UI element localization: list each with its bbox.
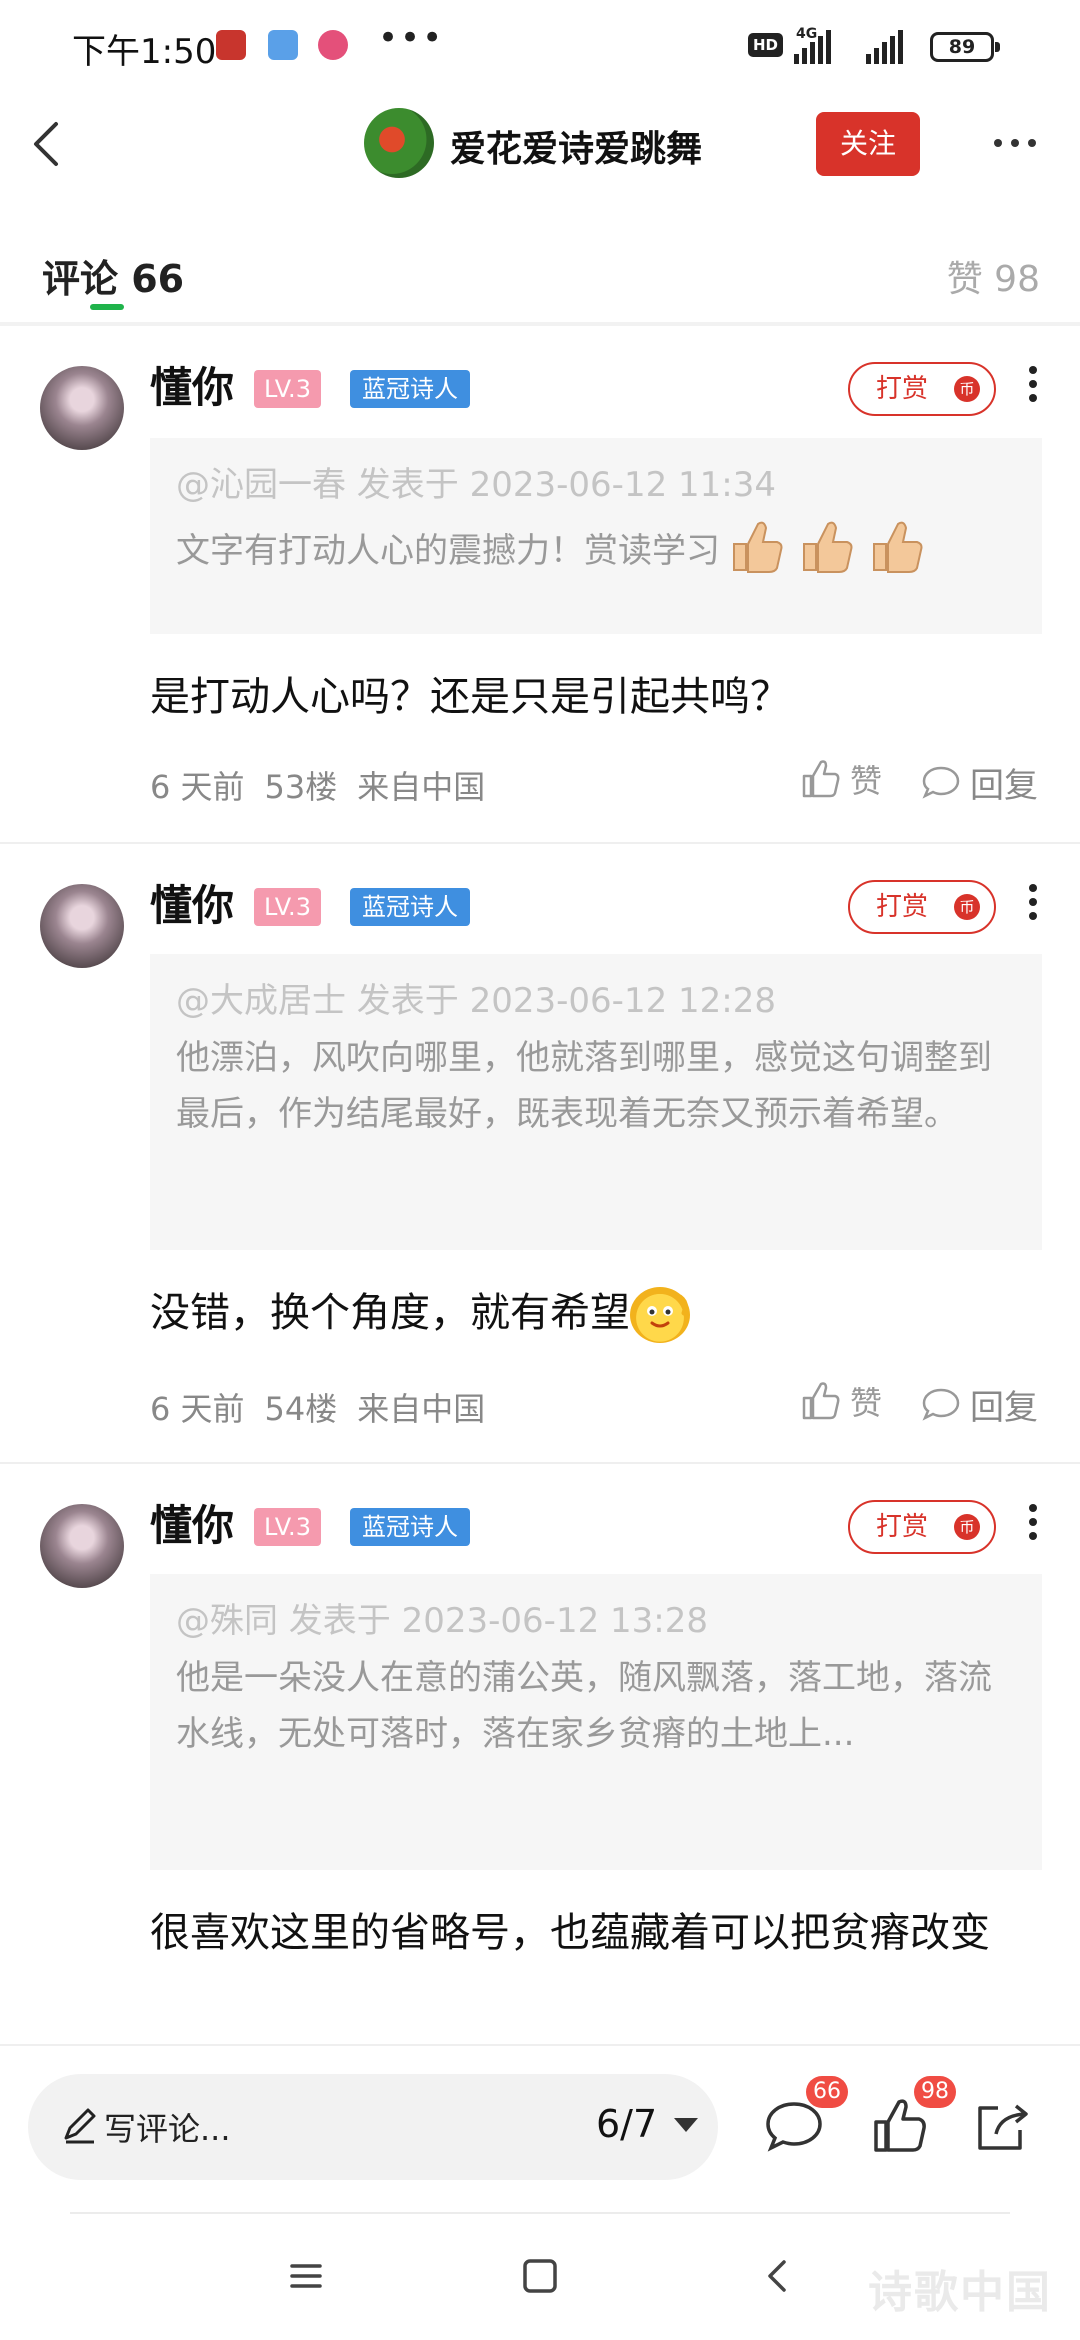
status-time: 下午1:50 — [72, 32, 217, 72]
comment-location: 来自中国 — [357, 1390, 486, 1428]
tip-label: 打赏 — [876, 374, 929, 404]
home-icon[interactable] — [520, 2256, 560, 2296]
comment-floor: 53楼 — [264, 768, 338, 806]
quote-text: 他是一朵没人在意的蒲公英，随风飘落，落工地，落流水线，无处可落时，落在家乡贫瘠的… — [176, 1658, 992, 1754]
app-notification-icon — [318, 30, 348, 60]
battery-icon: 89 — [930, 32, 1000, 62]
comment-item: 懂你 LV.3 蓝冠诗人 打赏币 @沁园一春 发表于 2023-06-12 11… — [0, 326, 1080, 844]
tip-label: 打赏 — [876, 1512, 929, 1542]
system-nav-bar: 诗歌中国 — [0, 2212, 1080, 2340]
quote-text: 他漂泊，风吹向哪里，他就落到哪里，感觉这句调整到最后，作为结尾最好，既表现着无奈… — [176, 1038, 992, 1134]
comment-floor: 54楼 — [264, 1390, 338, 1428]
thumb-up-icon — [802, 760, 840, 798]
share-icon — [978, 2104, 1028, 2150]
level-badge: LV.3 — [254, 1508, 321, 1546]
signal-icon — [866, 30, 903, 64]
comment-username[interactable]: 懂你 — [150, 354, 234, 415]
reply-button[interactable]: 回复 — [920, 1380, 1038, 1429]
comment-meta: 6 天前 53楼 来自中国 — [150, 762, 505, 808]
comment-location: 来自中国 — [357, 768, 486, 806]
quoted-comment[interactable]: @殊同 发表于 2023-06-12 13:28 他是一朵没人在意的蒲公英，随风… — [150, 1574, 1042, 1870]
comment-text: 没错，换个角度，就有希望 — [150, 1280, 1050, 1346]
bottom-action-bar: 写评论... 6/7 66 98 — [0, 2044, 1080, 2204]
page-indicator[interactable]: 6/7 — [596, 2102, 657, 2146]
status-bar: 下午1:50 ••• HD 4G 89 — [0, 0, 1080, 96]
like-label: 赞 — [850, 1384, 883, 1422]
title-badge: 蓝冠诗人 — [350, 1508, 470, 1546]
tip-label: 打赏 — [876, 892, 929, 922]
coin-icon: 币 — [954, 376, 980, 402]
quote-meta: @沁园一春 发表于 2023-06-12 11:34 — [176, 465, 776, 505]
comment-meta: 6 天前 54楼 来自中国 — [150, 1384, 505, 1430]
app-notification-icon — [216, 30, 246, 60]
chat-bubble-icon — [922, 1388, 960, 1421]
caret-down-icon[interactable] — [674, 2118, 698, 2132]
thumbs-up-emoji-icon — [724, 514, 934, 591]
comment-item: 懂你 LV.3 蓝冠诗人 打赏币 @大成居士 发表于 2023-06-12 12… — [0, 844, 1080, 1464]
comment-username[interactable]: 懂你 — [150, 872, 234, 933]
reply-label: 回复 — [970, 766, 1038, 806]
title-badge: 蓝冠诗人 — [350, 370, 470, 408]
chat-bubble-icon — [922, 766, 960, 799]
like-label: 赞 — [850, 762, 883, 800]
author-name[interactable]: 爱花爱诗爱跳舞 — [450, 120, 702, 172]
divider — [70, 2212, 1010, 2214]
thumb-up-icon — [802, 1382, 840, 1420]
back-nav-icon[interactable] — [758, 2256, 798, 2296]
reply-label: 回复 — [970, 1388, 1038, 1428]
like-count-badge: 98 — [914, 2076, 956, 2108]
comment-menu-button[interactable] — [1018, 1500, 1048, 1554]
avatar[interactable] — [40, 366, 124, 450]
quoted-comment[interactable]: @大成居士 发表于 2023-06-12 12:28 他漂泊，风吹向哪里，他就落… — [150, 954, 1042, 1250]
app-notification-icon — [268, 30, 298, 60]
avatar[interactable] — [40, 884, 124, 968]
watermark: 诗歌中国 — [868, 2267, 1052, 2318]
level-badge: LV.3 — [254, 888, 321, 926]
quote-text: 文字有打动人心的震撼力！赏读学习 — [176, 514, 1016, 591]
reply-button[interactable]: 回复 — [920, 758, 1038, 807]
like-button[interactable]: 赞 — [800, 1378, 882, 1424]
more-notifications-icon: ••• — [378, 18, 445, 58]
hd-icon: HD — [748, 33, 784, 57]
more-horizontal-icon — [994, 139, 1036, 147]
back-arrow-icon — [34, 122, 58, 166]
tab-likes[interactable]: 赞 98 — [947, 250, 1040, 302]
tab-active-indicator — [90, 304, 124, 310]
back-button[interactable] — [20, 112, 80, 176]
quoted-comment[interactable]: @沁园一春 发表于 2023-06-12 11:34 文字有打动人心的震撼力！赏… — [150, 438, 1042, 634]
menu-icon[interactable] — [286, 2256, 326, 2296]
avatar[interactable] — [40, 1504, 124, 1588]
write-comment-placeholder: 写评论... — [104, 2110, 231, 2148]
comment-text: 是打动人心吗？还是只是引起共鸣？ — [150, 674, 790, 720]
coin-icon: 币 — [954, 1514, 980, 1540]
comment-count-badge: 66 — [806, 2076, 848, 2108]
share-button[interactable] — [972, 2094, 1036, 2158]
comment-time: 6 天前 — [150, 768, 245, 806]
more-options-button[interactable] — [990, 118, 1040, 168]
write-comment-input[interactable]: 写评论... 6/7 — [28, 2074, 718, 2180]
comment-menu-button[interactable] — [1018, 880, 1048, 934]
tab-comments[interactable]: 评论 66 — [42, 248, 184, 303]
pencil-icon — [64, 2108, 96, 2144]
tip-button[interactable]: 打赏币 — [848, 880, 996, 934]
quote-meta: @殊同 发表于 2023-06-12 13:28 — [176, 1601, 708, 1641]
comment-time: 6 天前 — [150, 1390, 245, 1428]
tip-button[interactable]: 打赏币 — [848, 1500, 996, 1554]
comment-username[interactable]: 懂你 — [150, 1492, 234, 1553]
comment-tabs: 评论 66 赞 98 — [0, 236, 1080, 326]
comment-item: 懂你 LV.3 蓝冠诗人 打赏币 @殊同 发表于 2023-06-12 13:2… — [0, 1464, 1080, 2044]
like-button[interactable]: 赞 — [800, 756, 882, 802]
level-badge: LV.3 — [254, 370, 321, 408]
tip-button[interactable]: 打赏币 — [848, 362, 996, 416]
comment-menu-button[interactable] — [1018, 362, 1048, 416]
comment-text: 很喜欢这里的省略号，也蕴藏着可以把贫瘠改变 — [150, 1910, 990, 1956]
smile-emoji-icon — [630, 1287, 690, 1343]
follow-button[interactable]: 关注 — [816, 112, 920, 176]
coin-icon: 币 — [954, 894, 980, 920]
top-nav: 爱花爱诗爱跳舞 关注 — [0, 96, 1080, 192]
author-avatar[interactable] — [364, 108, 434, 178]
title-badge: 蓝冠诗人 — [350, 888, 470, 926]
quote-meta: @大成居士 发表于 2023-06-12 12:28 — [176, 981, 776, 1021]
signal-icon — [794, 30, 831, 64]
